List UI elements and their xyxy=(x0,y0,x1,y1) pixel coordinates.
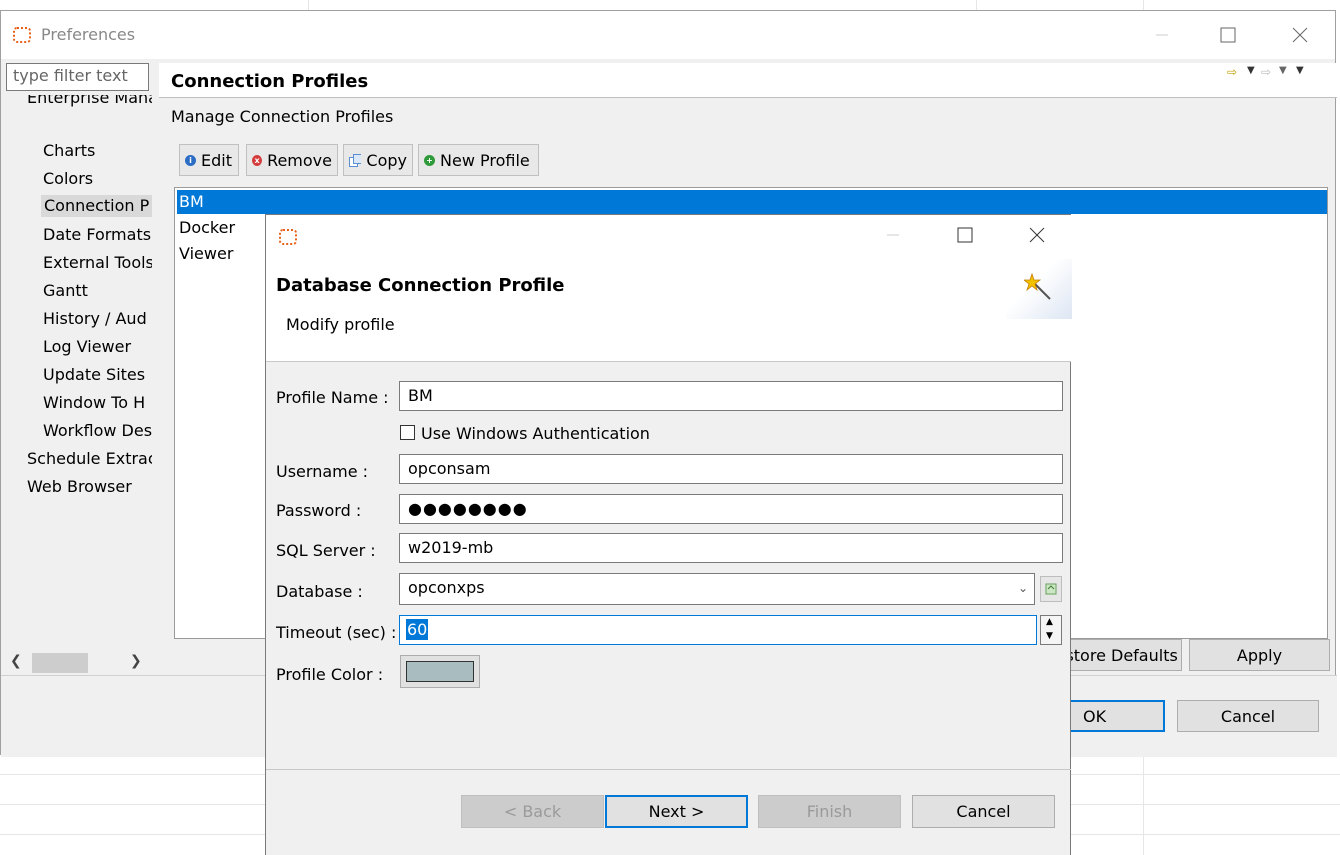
maximize-icon xyxy=(957,227,973,243)
dialog-header: Database Connection Profile Modify profi… xyxy=(266,215,1072,362)
remove-button[interactable]: x Remove xyxy=(246,144,338,176)
add-icon: + xyxy=(424,154,435,166)
tree-item-update-sites[interactable]: Update Sites xyxy=(43,365,145,385)
password-field[interactable]: ●●●●●●●● xyxy=(399,494,1063,524)
new-profile-label: New Profile xyxy=(440,150,530,170)
cancel-button[interactable]: Cancel xyxy=(1177,700,1319,732)
refresh-databases-button[interactable] xyxy=(1040,576,1062,602)
tree-item-window-to-h[interactable]: Window To H xyxy=(43,393,145,413)
windows-auth-checkbox[interactable] xyxy=(400,425,415,440)
chevron-down-icon[interactable]: ▼ xyxy=(1247,65,1255,76)
tree-item-colors[interactable]: Colors xyxy=(43,169,93,189)
tree-item-date-formats[interactable]: Date Formats xyxy=(43,225,151,245)
next-button[interactable]: Next > xyxy=(605,795,748,828)
close-icon xyxy=(1292,27,1308,43)
timeout-field[interactable]: 60 xyxy=(399,615,1037,645)
close-button[interactable] xyxy=(1277,19,1323,51)
page-subtitle: Manage Connection Profiles xyxy=(171,107,394,126)
stepper-down-icon[interactable]: ▼ xyxy=(1046,631,1053,641)
minimize-button[interactable] xyxy=(870,219,916,251)
tree-item-external-tools[interactable]: External Tools xyxy=(43,253,152,273)
tree-item-log-viewer[interactable]: Log Viewer xyxy=(43,337,131,357)
copy-label: Copy xyxy=(366,150,407,170)
minimize-icon xyxy=(1156,34,1168,36)
background-gridline xyxy=(1143,0,1144,10)
apply-button[interactable]: Apply xyxy=(1189,639,1330,671)
sql-server-field[interactable]: w2019-mb xyxy=(399,533,1063,563)
remove-icon: x xyxy=(252,154,263,166)
database-select[interactable]: opconxps ⌄ xyxy=(399,573,1035,605)
view-menu-icon[interactable]: ▼ xyxy=(1296,65,1304,76)
profile-name-field[interactable]: BM xyxy=(399,381,1063,411)
dialog-title: Database Connection Profile xyxy=(276,275,565,296)
remove-label: Remove xyxy=(267,150,332,170)
edit-button[interactable]: i Edit xyxy=(179,144,239,176)
edit-label: Edit xyxy=(201,150,232,170)
minimize-button[interactable] xyxy=(1139,19,1185,51)
sql-server-label: SQL Server : xyxy=(276,541,376,560)
finish-button[interactable]: Finish xyxy=(758,795,901,828)
refresh-icon xyxy=(1045,583,1057,595)
scrollbar-thumb[interactable] xyxy=(32,653,88,673)
tree-item-web-browser[interactable]: Web Browser xyxy=(27,477,132,497)
window-title: Preferences xyxy=(41,25,136,44)
background-gridline xyxy=(1143,755,1144,855)
page-title: Connection Profiles xyxy=(171,71,369,92)
maximize-icon xyxy=(1220,27,1236,43)
filter-input[interactable]: type filter text xyxy=(6,63,149,91)
maximize-button[interactable] xyxy=(942,219,988,251)
tree-item-history-audit[interactable]: History / Aud xyxy=(43,309,147,329)
wizard-banner xyxy=(1006,259,1072,319)
tree-item-workflow-designer[interactable]: Workflow Des xyxy=(43,421,152,441)
back-button[interactable]: < Back xyxy=(461,795,604,828)
edit-icon: i xyxy=(185,154,196,166)
profile-name-label: Profile Name : xyxy=(276,388,389,407)
preferences-tree: Enterprise Mana Charts Colors Connection… xyxy=(6,95,152,655)
timeout-label: Timeout (sec) : xyxy=(276,623,397,642)
timeout-value: 60 xyxy=(406,619,429,640)
connection-profile-dialog: Database Connection Profile Modify profi… xyxy=(265,214,1072,855)
magic-wand-icon xyxy=(1024,273,1051,300)
tree-item-enterprise-manager[interactable]: Enterprise Mana xyxy=(27,95,152,108)
minimize-icon xyxy=(887,234,899,236)
chevron-down-icon[interactable]: ▼ xyxy=(1279,65,1287,76)
preferences-titlebar: Preferences xyxy=(1,11,1335,59)
background-gridline xyxy=(976,0,977,10)
copy-icon xyxy=(349,153,362,167)
username-label: Username : xyxy=(276,462,369,481)
page-header: Connection Profiles ⇨ ▼ ⇨ ▼ ▼ xyxy=(159,63,1337,98)
new-profile-button[interactable]: + New Profile xyxy=(418,144,539,176)
cancel-button[interactable]: Cancel xyxy=(912,795,1055,828)
app-icon xyxy=(13,27,31,43)
dialog-separator xyxy=(266,769,1071,770)
scroll-left-icon[interactable]: ❮ xyxy=(10,653,22,669)
tree-item-gantt[interactable]: Gantt xyxy=(43,281,88,301)
list-item[interactable]: BM xyxy=(177,190,1327,214)
tree-horizontal-scrollbar[interactable]: ❮ ❯ xyxy=(6,651,152,675)
database-label: Database : xyxy=(276,582,363,601)
windows-auth-label: Use Windows Authentication xyxy=(421,424,650,443)
username-field[interactable]: opconsam xyxy=(399,454,1063,484)
close-button[interactable] xyxy=(1014,219,1060,251)
tree-item-charts[interactable]: Charts xyxy=(43,141,95,161)
chevron-down-icon: ⌄ xyxy=(1017,581,1028,595)
tree-item-schedule-extract[interactable]: Schedule Extrac xyxy=(27,449,152,469)
database-value: opconxps xyxy=(408,578,485,597)
scroll-right-icon[interactable]: ❯ xyxy=(130,653,142,669)
app-icon xyxy=(279,229,297,245)
color-swatch xyxy=(406,661,474,682)
background-gridline xyxy=(308,0,309,10)
timeout-stepper[interactable]: ▲ ▼ xyxy=(1040,615,1062,645)
maximize-button[interactable] xyxy=(1205,19,1251,51)
stepper-up-icon[interactable]: ▲ xyxy=(1046,617,1053,627)
dialog-subtitle: Modify profile xyxy=(286,315,395,334)
close-icon xyxy=(1029,227,1045,243)
password-label: Password : xyxy=(276,501,362,520)
back-nav-icon[interactable]: ⇨ xyxy=(1227,65,1237,79)
tree-item-connection-profiles[interactable]: Connection P xyxy=(41,195,152,217)
profile-color-label: Profile Color : xyxy=(276,665,384,684)
profile-color-button[interactable] xyxy=(400,655,480,688)
copy-button[interactable]: Copy xyxy=(343,144,413,176)
forward-nav-icon[interactable]: ⇨ xyxy=(1261,65,1271,79)
